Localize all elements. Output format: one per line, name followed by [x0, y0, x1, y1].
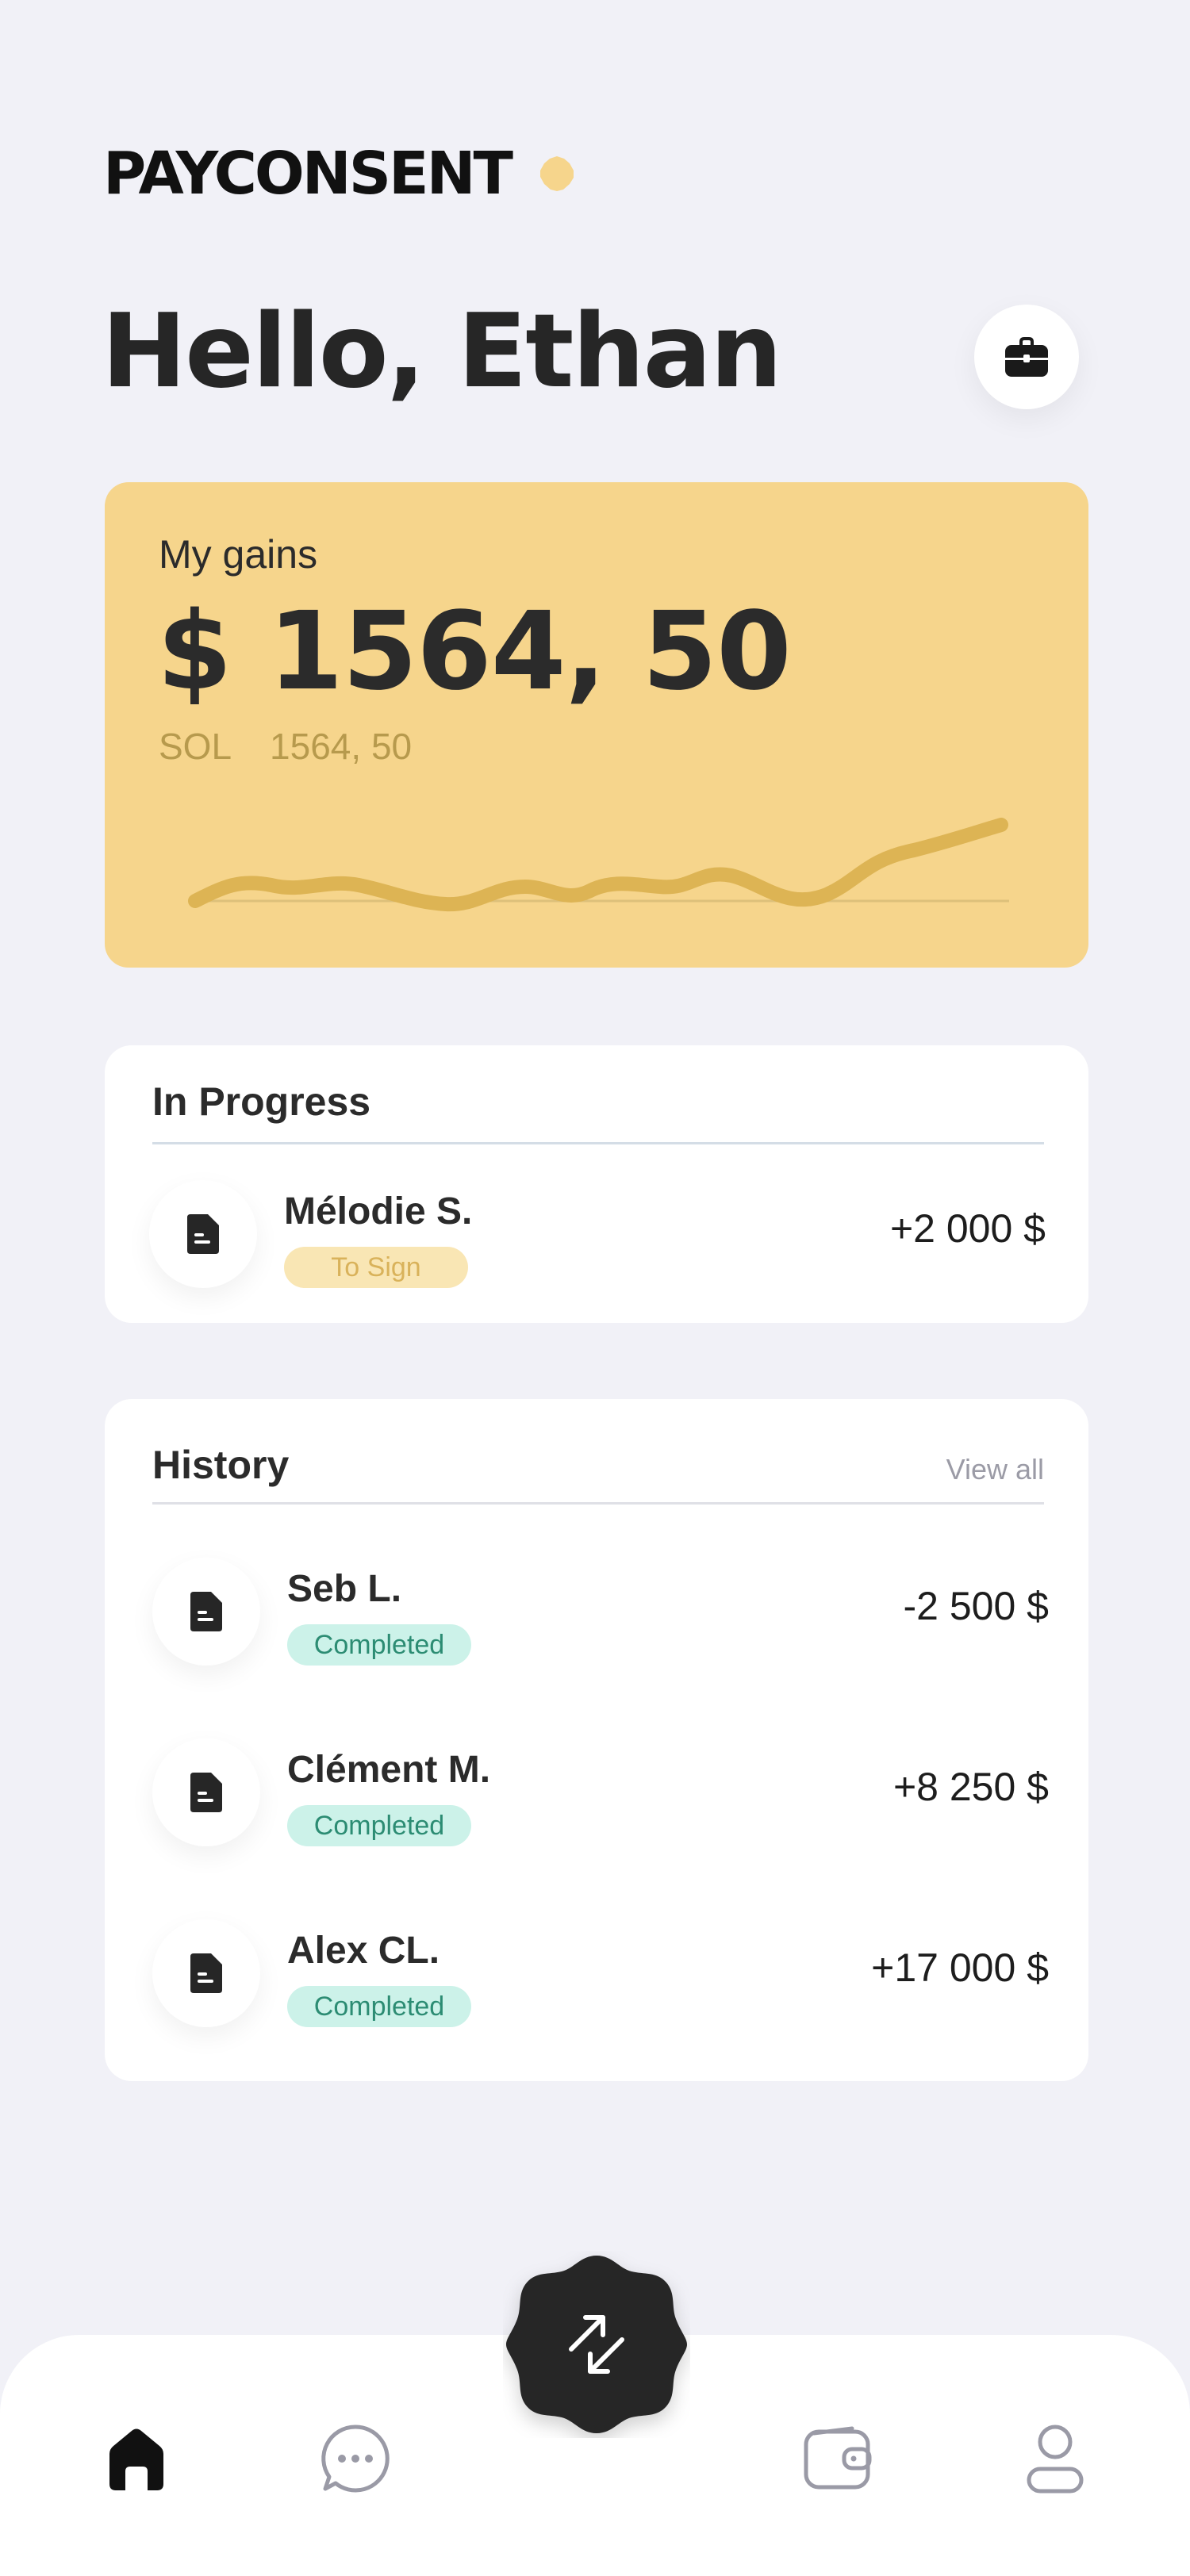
- status-badge: Completed: [287, 1986, 471, 2027]
- transaction-amount: +8 250 $: [892, 1765, 1049, 1809]
- history-title: History: [152, 1443, 290, 1487]
- document-icon: [190, 1773, 222, 1812]
- nav-home[interactable]: [97, 2419, 176, 2498]
- chat-icon: [321, 2425, 390, 2493]
- transaction-amount: +17 000 $: [871, 1945, 1049, 1990]
- transaction-amount: +2 000 $: [889, 1206, 1046, 1251]
- briefcase-icon: [1005, 337, 1048, 377]
- nav-wallet[interactable]: [798, 2419, 877, 2498]
- gains-label: My gains: [159, 532, 318, 577]
- wallet-icon: [804, 2426, 872, 2490]
- in-progress-card: In Progress Mélodie S. To Sign +2 000 $: [105, 1045, 1088, 1323]
- history-card: History View all Seb L. Completed -2 500…: [105, 1399, 1088, 2081]
- document-icon-wrap: [149, 1180, 257, 1288]
- document-icon: [190, 1953, 222, 1993]
- document-icon: [187, 1214, 219, 1254]
- contact-name: Alex CL.: [287, 1930, 440, 1972]
- gains-currency: SOL: [159, 726, 232, 767]
- gains-sparkline: [188, 818, 1009, 912]
- list-item[interactable]: Seb L. Completed -2 500 $: [152, 1558, 1049, 1669]
- brand-logo: PAYCONSENT: [103, 140, 513, 208]
- contact-name: Seb L.: [287, 1568, 402, 1610]
- status-badge: To Sign: [284, 1247, 468, 1288]
- list-item[interactable]: Mélodie S. To Sign +2 000 $: [149, 1180, 1046, 1291]
- divider: [152, 1142, 1044, 1144]
- brand-dot-icon: [539, 156, 574, 191]
- gains-card[interactable]: My gains $ 1564, 50 SOL 1564, 50: [105, 482, 1088, 968]
- gains-sol-amount: 1564, 50: [270, 726, 413, 767]
- in-progress-title: In Progress: [152, 1079, 371, 1124]
- brand-row: PAYCONSENT: [103, 140, 576, 208]
- document-icon: [190, 1592, 222, 1631]
- document-icon-wrap: [152, 1558, 260, 1666]
- nav-chat[interactable]: [316, 2419, 395, 2498]
- divider: [152, 1502, 1044, 1505]
- home-screen: PAYCONSENT Hello, Ethan My gains $ 1564,…: [0, 0, 1190, 2576]
- document-icon-wrap: [152, 1919, 260, 2027]
- briefcase-button[interactable]: [974, 305, 1079, 409]
- status-badge: Completed: [287, 1805, 471, 1846]
- document-icon-wrap: [152, 1738, 260, 1846]
- contact-name: Mélodie S.: [284, 1190, 473, 1232]
- nav-profile[interactable]: [1015, 2419, 1095, 2498]
- status-badge: Completed: [287, 1624, 471, 1666]
- transaction-amount: -2 500 $: [903, 1584, 1049, 1628]
- page-title: Hello, Ethan: [102, 293, 782, 411]
- view-all-link[interactable]: View all: [946, 1453, 1044, 1486]
- list-item[interactable]: Clément M. Completed +8 250 $: [152, 1738, 1049, 1850]
- gains-sol-row: SOL 1564, 50: [159, 725, 412, 768]
- profile-icon: [1027, 2425, 1084, 2494]
- contact-name: Clément M.: [287, 1749, 491, 1791]
- home-icon: [109, 2428, 163, 2490]
- list-item[interactable]: Alex CL. Completed +17 000 $: [152, 1919, 1049, 2030]
- transfer-fab-button[interactable]: [503, 2251, 690, 2438]
- gains-amount: $ 1564, 50: [157, 589, 792, 715]
